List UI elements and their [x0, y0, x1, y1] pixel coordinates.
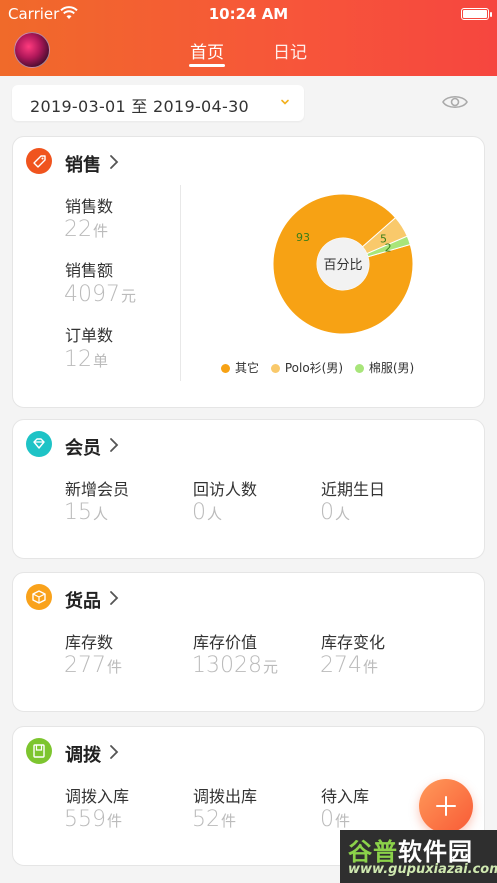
sales-count-value: 22件 [64, 217, 109, 242]
return-visits-value: 0人 [192, 500, 223, 525]
legend-dot [270, 364, 280, 373]
date-range-selector[interactable]: 2019-03-01 至 2019-04-30 [12, 85, 304, 121]
sales-card: 销售 销售数 22件 销售额 4097元 订单数 12单 93 5 2 百分比 其它 … [12, 136, 485, 408]
members-title[interactable]: 会员 [65, 434, 101, 460]
date-range-text: 2019-03-01 至 2019-04-30 [30, 97, 250, 116]
avatar[interactable] [14, 32, 50, 68]
add-button[interactable] [419, 779, 473, 833]
stock-value-value: 13028元 [192, 653, 279, 678]
stock-change-value: 274件 [320, 653, 379, 678]
tab-home[interactable]: 首页 [190, 38, 224, 63]
tab-diary[interactable]: 日记 [273, 38, 307, 63]
goods-card: 货品 库存数 277件 库存价值 13028元 库存变化 274件 [12, 572, 485, 712]
pending-in-label: 待入库 [321, 787, 370, 806]
legend-dot [221, 364, 230, 373]
sales-title[interactable]: 销售 [65, 151, 101, 177]
order-count-label: 订单数 [65, 326, 114, 345]
return-visits-label: 回访人数 [193, 480, 258, 499]
donut-center-label: 百分比 [323, 258, 362, 273]
new-members-label: 新增会员 [65, 480, 130, 499]
chevron-down-icon [281, 99, 289, 105]
legend-item[interactable]: 棉服(男) [354, 359, 414, 376]
transfer-out-value: 52件 [192, 807, 237, 832]
birthdays-value: 0人 [320, 500, 351, 525]
sales-amount-value: 4097元 [64, 282, 137, 307]
transfer-in-label: 调拨入库 [65, 787, 130, 806]
members-card: 会员 新增会员 15人 回访人数 0人 近期生日 0人 [12, 419, 485, 559]
tag-icon [26, 148, 52, 174]
pie-value-label: 2 [385, 242, 392, 255]
birthdays-label: 近期生日 [321, 480, 386, 499]
chevron-right-icon[interactable] [108, 744, 120, 760]
stock-count-value: 277件 [64, 653, 123, 678]
pie-value-label: 93 [296, 231, 310, 244]
battery-icon [461, 8, 492, 20]
stock-value-label: 库存价值 [193, 633, 258, 652]
app-header: Carrier 10:24 AM 首页 日记 [0, 0, 497, 76]
goods-title[interactable]: 货品 [65, 587, 101, 613]
sales-count-label: 销售数 [65, 197, 114, 216]
legend-item[interactable]: Polo衫(男) [270, 359, 343, 376]
eye-icon[interactable] [441, 92, 469, 112]
sales-pie-chart: 93 52百分比 [272, 193, 414, 335]
transfer-title[interactable]: 调拨 [65, 741, 101, 767]
stock-count-label: 库存数 [65, 633, 114, 652]
legend-item[interactable]: 其它 [221, 359, 259, 376]
tray-icon [26, 738, 52, 764]
watermark: 谷普软件园 www.gupuxiazai.com [340, 830, 497, 883]
active-tab-indicator [189, 64, 225, 67]
legend-dot [354, 364, 364, 373]
chart-legend: 其它 Polo衫(男) 棉服(男) [221, 359, 422, 376]
chevron-right-icon[interactable] [108, 154, 120, 170]
new-members-value: 15人 [64, 500, 109, 525]
transfer-in-value: 559件 [64, 807, 123, 832]
clock: 10:24 AM [208, 5, 289, 23]
vertical-divider [180, 185, 181, 381]
diamond-icon [26, 431, 52, 457]
sales-amount-label: 销售额 [65, 261, 114, 280]
stock-change-label: 库存变化 [321, 633, 386, 652]
chevron-right-icon[interactable] [108, 437, 120, 453]
pending-in-value: 0件 [320, 807, 351, 832]
transfer-out-label: 调拨出库 [193, 787, 258, 806]
box-icon [26, 584, 52, 610]
chevron-right-icon[interactable] [108, 590, 120, 606]
status-bar: Carrier 10:24 AM [0, 4, 497, 26]
order-count-value: 12单 [64, 347, 109, 372]
